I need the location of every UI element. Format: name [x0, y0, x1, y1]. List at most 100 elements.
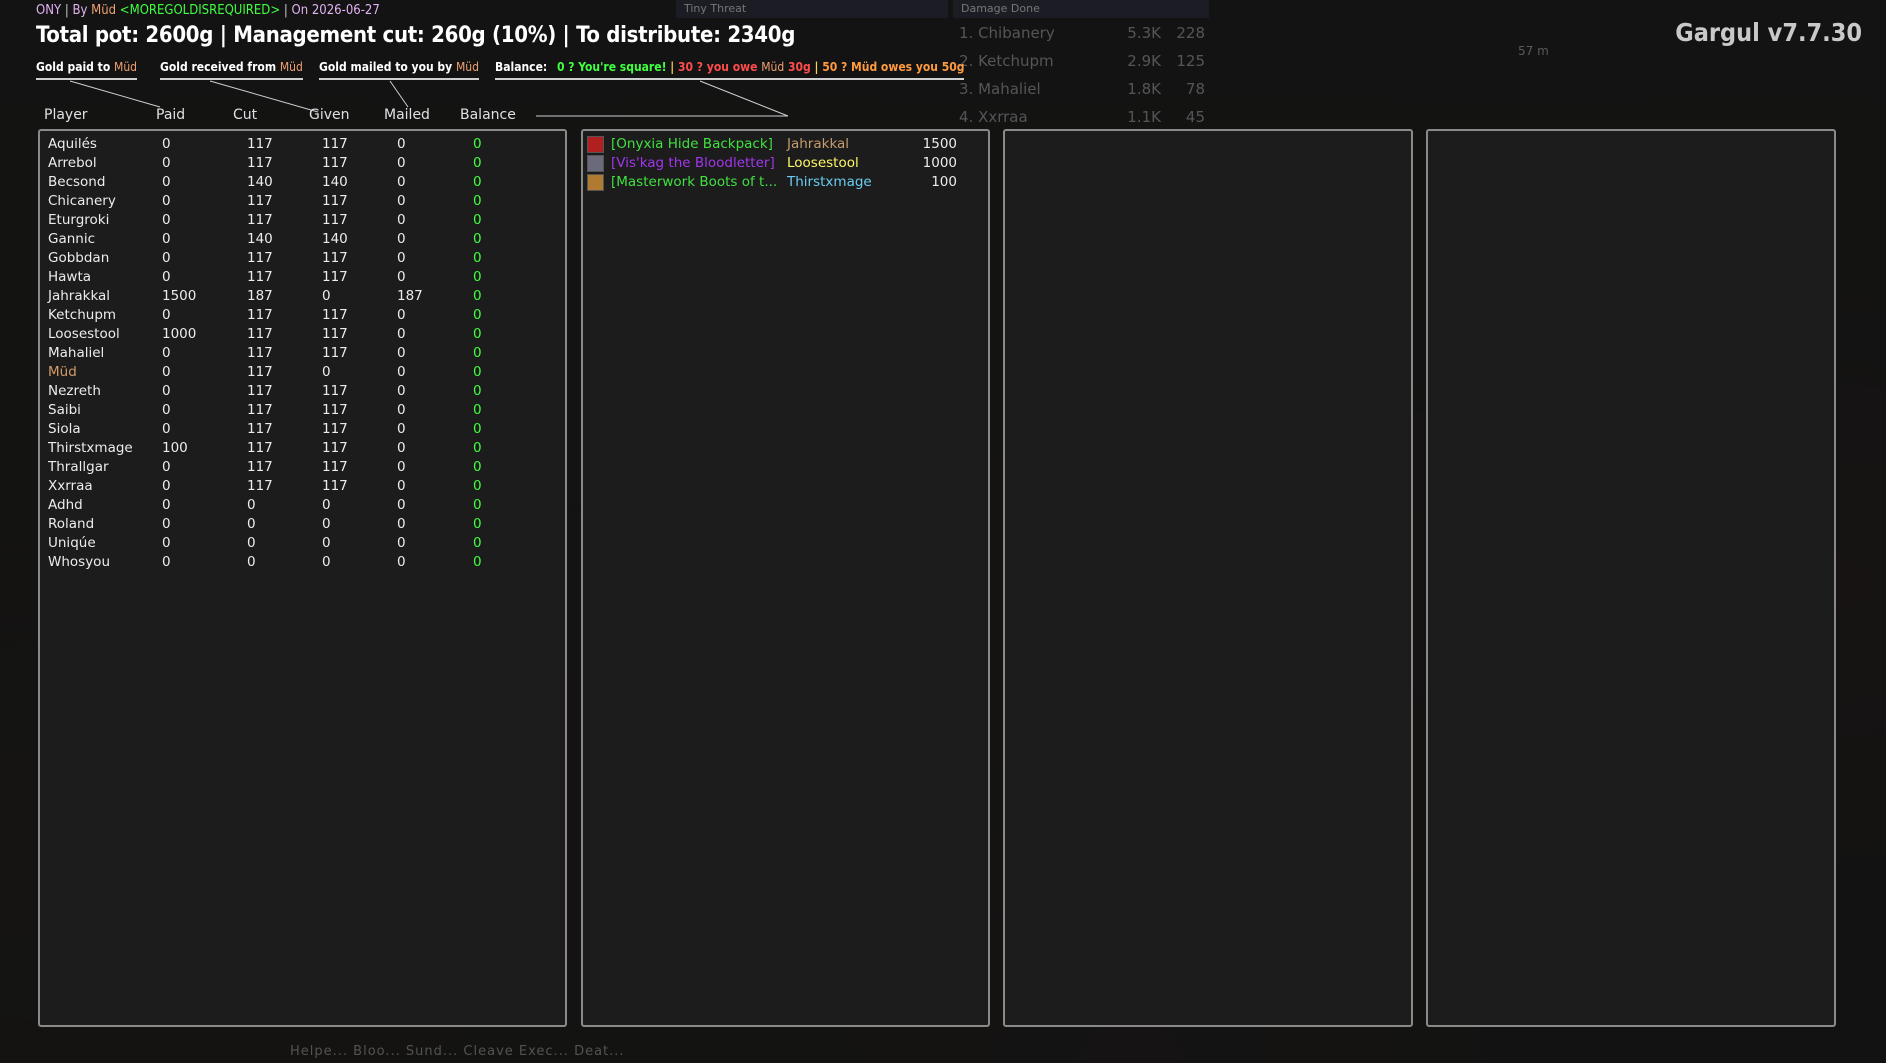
player-cut: 117 [247, 307, 273, 323]
player-name: Adhd [48, 497, 83, 513]
player-mailed: 0 [397, 402, 406, 418]
damage-meter-row: 1. Chibanery 5.3K 228 [953, 22, 1209, 44]
player-paid: 1000 [162, 326, 197, 342]
loot-winner: Thirstxmage [787, 174, 872, 190]
player-given: 0 [322, 364, 331, 380]
player-paid: 0 [162, 250, 171, 266]
player-balance: 0 [473, 269, 482, 285]
column-header-5[interactable]: Balance [460, 107, 516, 123]
player-cut: 117 [247, 326, 273, 342]
player-balance: 0 [473, 250, 482, 266]
backpack-icon [587, 136, 604, 153]
player-cut: 140 [247, 231, 273, 247]
player-mailed: 0 [397, 459, 406, 475]
player-name: Uniqúe [48, 535, 96, 551]
player-cut: 117 [247, 421, 273, 437]
minimap-distance: 57 m [1518, 44, 1549, 58]
player-balance-panel[interactable]: Aquilés 0 117 117 0 0 Arrebol 0 117 117 0 0 Becsond 0… [38, 129, 567, 1027]
player-cut: 117 [247, 402, 273, 418]
pot-summary: Total pot: 2600g | Management cut: 260g … [36, 23, 796, 48]
player-name: Whosyou [48, 554, 111, 570]
player-given: 117 [322, 155, 348, 171]
player-balance: 0 [473, 478, 482, 494]
player-paid: 0 [162, 554, 171, 570]
loot-sales-panel[interactable]: [Onyxia Hide Backpack] Jahrakkal 1500 [Vis'… [581, 129, 990, 1027]
player-balance: 0 [473, 535, 482, 551]
player-balance: 0 [473, 383, 482, 399]
player-balance: 0 [473, 212, 482, 228]
player-given: 117 [322, 402, 348, 418]
column-header-1[interactable]: Paid [156, 107, 185, 123]
player-given: 117 [322, 307, 348, 323]
player-given: 117 [322, 136, 348, 152]
loot-winner: Loosestool [787, 155, 859, 171]
player-balance: 0 [473, 193, 482, 209]
player-balance: 0 [473, 288, 482, 304]
player-given: 140 [322, 231, 348, 247]
player-given: 117 [322, 345, 348, 361]
player-cut: 0 [247, 497, 256, 513]
loot-price: 1000 [922, 155, 957, 171]
player-mailed: 0 [397, 212, 406, 228]
legend-balance: Balance: 0 ? You're square! | 30 ? you o… [495, 60, 965, 80]
player-given: 117 [322, 269, 348, 285]
loot-price: 1500 [922, 136, 957, 152]
player-paid: 0 [162, 345, 171, 361]
player-given: 117 [322, 440, 348, 456]
player-cut: 117 [247, 136, 273, 152]
loot-winner: Jahrakkal [787, 136, 850, 152]
player-paid: 0 [162, 136, 171, 152]
loot-item-link[interactable]: [Onyxia Hide Backpack] [611, 135, 781, 154]
player-mailed: 0 [397, 383, 406, 399]
player-name: Becsond [48, 174, 106, 190]
player-given: 0 [322, 288, 331, 304]
player-name: Siola [48, 421, 81, 437]
player-balance: 0 [473, 174, 482, 190]
player-cut: 117 [247, 212, 273, 228]
player-mailed: 0 [397, 364, 406, 380]
player-balance: 0 [473, 497, 482, 513]
player-cut: 0 [247, 535, 256, 551]
player-mailed: 0 [397, 326, 406, 342]
player-given: 117 [322, 383, 348, 399]
player-given: 117 [322, 193, 348, 209]
player-cut: 0 [247, 554, 256, 570]
action-bar-labels: Helpe... Bloo... Sund... Cleave Exec... … [290, 1044, 625, 1059]
player-given: 140 [322, 174, 348, 190]
player-given: 0 [322, 497, 331, 513]
column-header-0[interactable]: Player [44, 107, 88, 123]
player-paid: 0 [162, 459, 171, 475]
player-given: 117 [322, 459, 348, 475]
player-paid: 0 [162, 155, 171, 171]
loot-item-link[interactable]: [Vis'kag the Bloodletter] [611, 154, 781, 173]
column-header-3[interactable]: Given [309, 107, 350, 123]
player-balance: 0 [473, 231, 482, 247]
player-mailed: 0 [397, 497, 406, 513]
player-given: 0 [322, 516, 331, 532]
player-name: Xxrraa [48, 478, 93, 494]
sword-icon [587, 155, 604, 172]
player-balance: 0 [473, 421, 482, 437]
guild-name: <MOREGOLDISREQUIRED> [119, 3, 281, 18]
player-balance: 0 [473, 345, 482, 361]
player-name: Roland [48, 516, 95, 532]
damage-meter-row: 4. Xxrraa 1.1K 45 [953, 106, 1209, 128]
player-cut: 117 [247, 364, 273, 380]
player-name: Chicanery [48, 193, 116, 209]
column-header-4[interactable]: Mailed [384, 107, 430, 123]
player-balance: 0 [473, 516, 482, 532]
player-mailed: 0 [397, 250, 406, 266]
player-mailed: 0 [397, 307, 406, 323]
empty-panel-3 [1003, 129, 1413, 1027]
tiny-threat-titlebar: Tiny Threat [676, 0, 948, 18]
column-header-2[interactable]: Cut [233, 107, 257, 123]
player-balance: 0 [473, 364, 482, 380]
player-name: Thirstxmage [48, 440, 133, 456]
player-cut: 0 [247, 516, 256, 532]
loot-item-link[interactable]: [Masterwork Boots of t... [611, 173, 781, 192]
player-cut: 117 [247, 193, 273, 209]
player-cut: 117 [247, 155, 273, 171]
player-cut: 117 [247, 250, 273, 266]
player-cut: 117 [247, 383, 273, 399]
player-paid: 0 [162, 269, 171, 285]
